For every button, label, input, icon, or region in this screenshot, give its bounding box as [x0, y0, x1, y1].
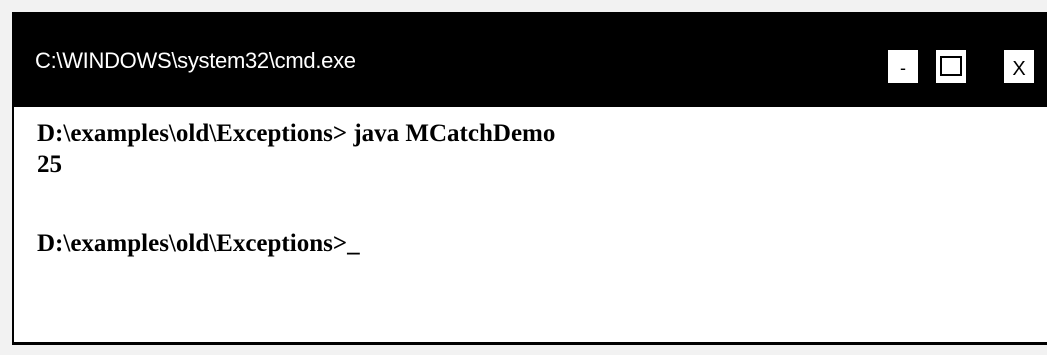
maximize-icon — [940, 56, 962, 76]
window-title: C:\WINDOWS\system32\cmd.exe — [35, 48, 356, 73]
console-output[interactable]: D:\examples\old\Exceptions> java MCatchD… — [14, 107, 1047, 342]
minimize-icon: - — [900, 58, 906, 78]
console-line-command: D:\examples\old\Exceptions> java MCatchD… — [37, 120, 556, 147]
cmd-window: C:\WINDOWS\system32\cmd.exe - X D:\examp… — [12, 12, 1047, 345]
close-button[interactable]: X — [1003, 49, 1035, 84]
title-bar[interactable]: C:\WINDOWS\system32\cmd.exe - X — [12, 12, 1047, 107]
minimize-button[interactable]: - — [887, 49, 919, 84]
close-icon: X — [1012, 58, 1026, 80]
console-line-prompt: D:\examples\old\Exceptions>_ — [37, 230, 360, 257]
maximize-button[interactable] — [935, 49, 967, 84]
console-line-output: 25 — [37, 151, 62, 178]
